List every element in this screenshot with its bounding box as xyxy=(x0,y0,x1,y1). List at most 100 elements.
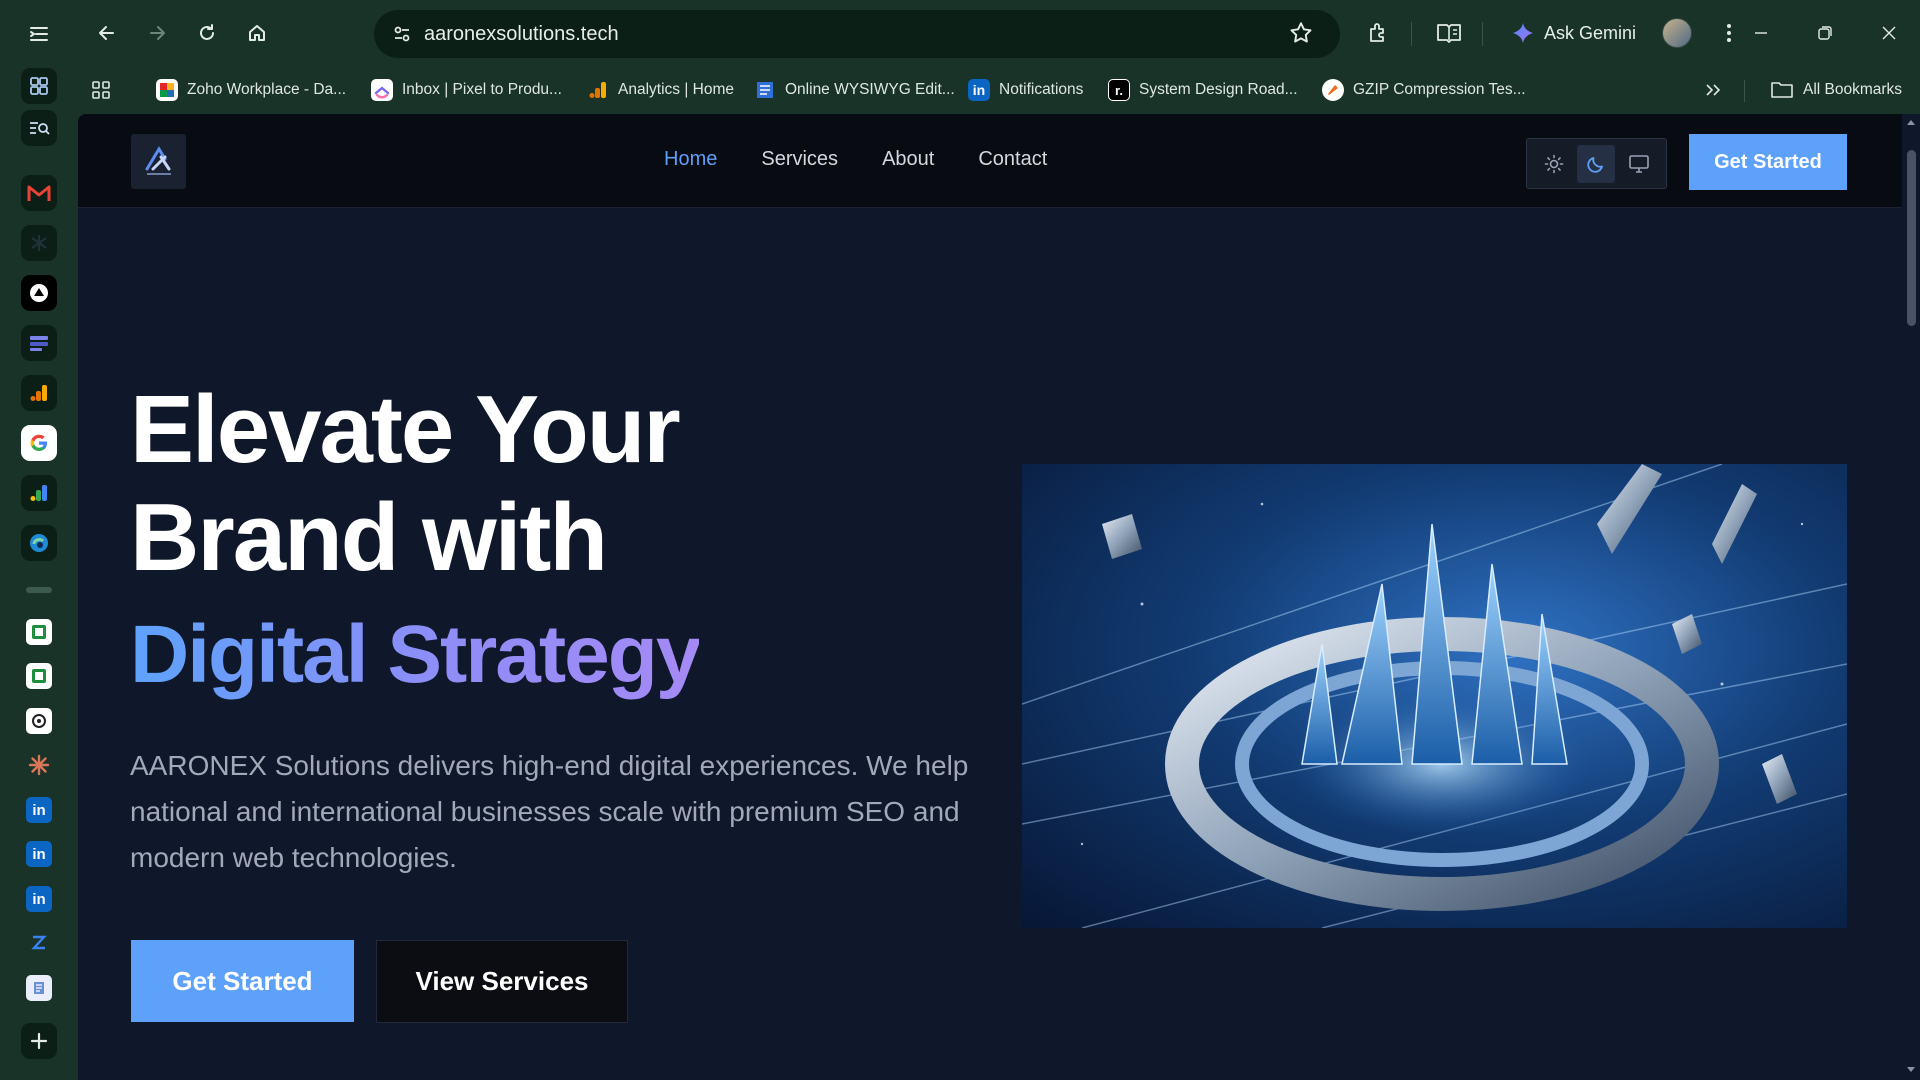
scrollbar-thumb[interactable] xyxy=(1907,150,1916,326)
minimize-icon[interactable] xyxy=(1746,18,1776,48)
hero-get-started-button[interactable]: Get Started xyxy=(131,940,354,1022)
page-scrollbar[interactable] xyxy=(1902,114,1920,1080)
analytics-icon xyxy=(587,79,609,101)
teams-icon[interactable] xyxy=(17,321,61,365)
bookmark-zoho[interactable]: Zoho Workplace - Da... xyxy=(156,74,346,106)
hero-title-line-1: Elevate Your xyxy=(130,376,681,483)
hero-description: AARONEX Solutions delivers high-end digi… xyxy=(130,750,969,873)
linkedin-icon[interactable]: in xyxy=(26,841,52,867)
bookmark-wysiwyg[interactable]: Online WYSIWYG Edit... xyxy=(754,74,955,106)
scroll-up-icon[interactable] xyxy=(1906,118,1916,126)
nav-link-services[interactable]: Services xyxy=(761,148,838,171)
browser-window: in in in aaronexsolutions.tech Ask Gemin… xyxy=(0,0,1920,1080)
all-bookmarks-label: All Bookmarks xyxy=(1803,81,1903,98)
hero-image xyxy=(1022,464,1847,928)
hero-title: Elevate Your Brand with xyxy=(130,376,930,592)
side-panel-toggle-icon[interactable] xyxy=(17,12,61,56)
ask-gemini-button[interactable]: Ask Gemini xyxy=(1512,12,1636,54)
bookmark-inbox[interactable]: Inbox | Pixel to Produ... xyxy=(371,74,562,106)
bookmarks-divider xyxy=(1744,80,1745,102)
bookmark-label: Inbox | Pixel to Produ... xyxy=(402,81,562,98)
abstract-tech-illustration xyxy=(1022,464,1847,928)
apps-icon[interactable] xyxy=(90,74,112,106)
bookmark-label: Zoho Workplace - Da... xyxy=(187,81,347,98)
bookmark-label: System Design Road... xyxy=(1139,81,1298,98)
reading-mode-icon[interactable] xyxy=(1430,14,1468,52)
gemini-icon xyxy=(1513,23,1533,43)
close-icon[interactable] xyxy=(1874,18,1904,48)
linkedin-icon[interactable]: in xyxy=(26,886,52,912)
zoho-icon xyxy=(156,79,178,101)
nav-link-contact[interactable]: Contact xyxy=(978,148,1047,171)
extensions-icon[interactable] xyxy=(1359,14,1397,52)
monitor-icon xyxy=(1629,154,1649,173)
bookmark-star-icon[interactable] xyxy=(1288,20,1314,51)
linkedin-icon[interactable]: in xyxy=(26,797,52,823)
bookmark-gzip[interactable]: GZIP Compression Tes... xyxy=(1322,74,1526,106)
moon-icon xyxy=(1587,156,1604,173)
header-get-started-button[interactable]: Get Started xyxy=(1689,134,1847,190)
sun-icon xyxy=(1544,154,1564,173)
site-logo[interactable] xyxy=(131,134,186,189)
google-icon[interactable] xyxy=(17,421,61,465)
add-icon[interactable] xyxy=(17,1019,61,1063)
perplexity-icon[interactable] xyxy=(17,221,61,265)
analytics-icon[interactable] xyxy=(17,371,61,415)
url-text[interactable]: aaronexsolutions.tech xyxy=(424,23,619,46)
theme-toggle xyxy=(1526,138,1667,189)
edge-icon[interactable] xyxy=(17,521,61,565)
tab-search-icon[interactable] xyxy=(17,106,61,150)
bookmark-label: Analytics | Home xyxy=(618,81,735,98)
hero-title-line-2: Brand with xyxy=(130,484,608,591)
browser-toolbar: aaronexsolutions.tech Ask Gemini xyxy=(78,0,1920,66)
google-ads-icon[interactable] xyxy=(17,471,61,515)
chatgpt-icon[interactable] xyxy=(26,708,52,734)
all-bookmarks-button[interactable]: All Bookmarks xyxy=(1770,74,1902,106)
bookmark-notifications[interactable]: in Notifications xyxy=(968,74,1083,106)
more-bookmarks-icon[interactable] xyxy=(1704,74,1722,106)
bookmark-label: Notifications xyxy=(999,81,1084,98)
bookmark-label: GZIP Compression Tes... xyxy=(1353,81,1526,98)
primary-navigation: Home Services About Contact xyxy=(664,148,1047,171)
nav-link-about[interactable]: About xyxy=(882,148,934,171)
ask-gemini-label: Ask Gemini xyxy=(1544,22,1637,43)
vercel-icon[interactable] xyxy=(17,271,61,315)
address-bar[interactable]: aaronexsolutions.tech xyxy=(374,10,1340,58)
aaronex-logo-icon xyxy=(145,145,171,175)
site-info-icon[interactable] xyxy=(384,16,420,52)
toolbar-divider xyxy=(1411,22,1412,46)
browser-side-panel: in in in xyxy=(0,0,78,1080)
bookmarks-bar: Zoho Workplace - Da... Inbox | Pixel to … xyxy=(78,66,1920,114)
toolbar-divider xyxy=(1482,22,1483,46)
profile-avatar[interactable] xyxy=(1662,18,1692,48)
bookmark-system-design[interactable]: r. System Design Road... xyxy=(1108,74,1298,106)
menu-icon[interactable] xyxy=(1710,14,1748,52)
gzip-icon xyxy=(1322,79,1344,101)
tab-grid-icon[interactable] xyxy=(17,64,61,108)
nav-link-home[interactable]: Home xyxy=(664,148,717,171)
claude-icon[interactable] xyxy=(26,752,52,778)
linkedin-icon: in xyxy=(968,79,990,101)
sheet-icon[interactable] xyxy=(26,663,52,689)
home-icon[interactable] xyxy=(238,14,276,52)
roadmap-icon: r. xyxy=(1108,79,1130,101)
document-icon xyxy=(754,79,776,101)
system-theme-button[interactable] xyxy=(1620,145,1658,183)
hero-view-services-button[interactable]: View Services xyxy=(376,940,628,1023)
restore-icon[interactable] xyxy=(1810,18,1840,48)
light-theme-button[interactable] xyxy=(1535,145,1573,183)
back-icon[interactable] xyxy=(88,14,126,52)
dark-theme-button[interactable] xyxy=(1577,144,1616,183)
reload-icon[interactable] xyxy=(188,14,226,52)
forward-icon[interactable] xyxy=(138,14,176,52)
notes-icon[interactable] xyxy=(26,975,52,1001)
bookmark-analytics[interactable]: Analytics | Home xyxy=(587,74,734,106)
clickup-icon xyxy=(371,79,393,101)
site-header: Home Services About Contact Get Started xyxy=(78,114,1902,208)
scroll-down-icon[interactable] xyxy=(1906,1066,1916,1074)
zed-icon[interactable] xyxy=(26,930,52,956)
gmail-icon[interactable] xyxy=(17,171,61,215)
sheet-icon[interactable] xyxy=(26,619,52,645)
page-viewport: Home Services About Contact Get Started … xyxy=(78,114,1920,1080)
side-panel-divider xyxy=(26,587,52,593)
